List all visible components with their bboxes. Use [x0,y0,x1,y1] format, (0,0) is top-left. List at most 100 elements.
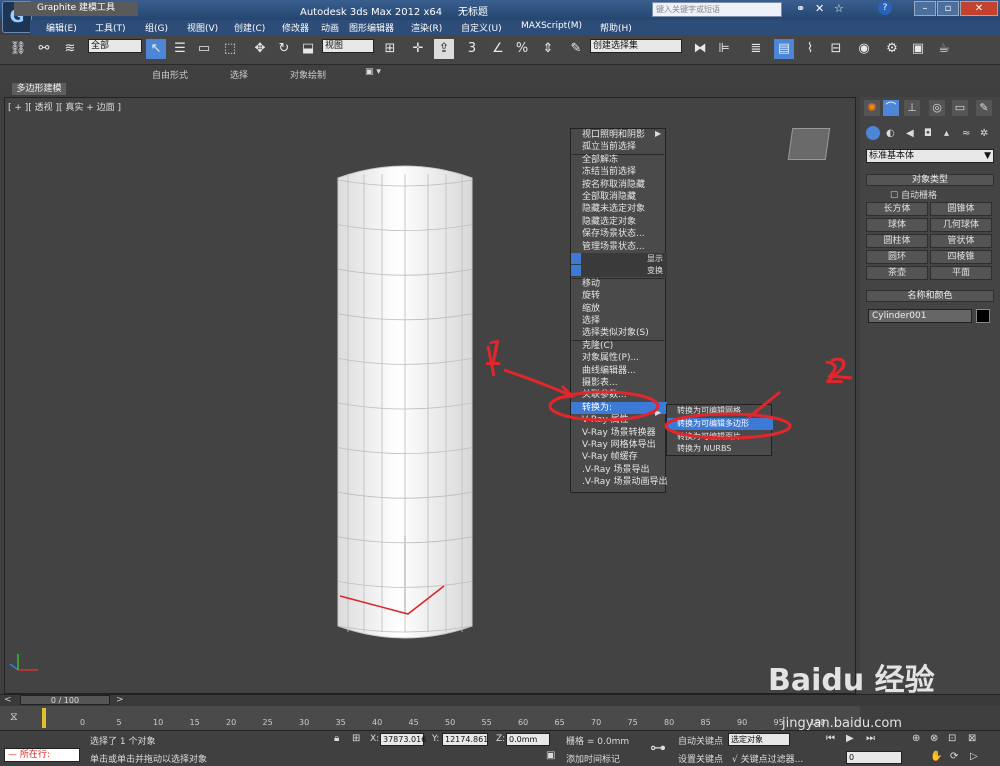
time-slider-thumb[interactable]: 0 / 100 [20,695,110,705]
edit-named-selection-icon[interactable]: ✎ [566,39,586,59]
quad-item-isolate-selection[interactable]: 孤立当前选择 [571,141,667,153]
time-tag-icon[interactable]: ▣ [546,750,555,761]
quad-item-save-scene-state[interactable]: 保存场景状态... [571,228,667,240]
helpers-icon[interactable]: ▴ [944,128,949,139]
quad-item-hide-unselected[interactable]: 隐藏未选定对象 [571,203,667,215]
quad-item-vray-scene-animation-export[interactable]: .V-Ray 场景动画导出 [571,476,668,488]
spinner-snap-icon[interactable]: ⇕ [538,39,558,59]
shapes-icon[interactable]: ◐ [886,128,895,139]
percent-snap-icon[interactable]: % [512,39,532,59]
go-to-start-icon[interactable]: ⏮ [826,733,835,744]
curve-editor-icon[interactable]: ⌇ [800,39,820,59]
quad-item-select-similar[interactable]: 选择类似对象(S) [571,327,667,339]
material-editor-icon[interactable]: ◉ [854,39,874,59]
object-color-swatch[interactable] [976,309,990,323]
category-select[interactable]: 标准基本体 ▼ [866,149,994,163]
autogrid-checkbox[interactable]: ☐ 自动栅格 [890,188,937,201]
unlink-icon[interactable]: ⚯ [34,39,54,59]
create-tab-icon[interactable]: ✺ [864,100,880,116]
motion-tab-icon[interactable]: ◎ [929,100,945,116]
z-coordinate-field[interactable]: 0.0mm [506,733,550,746]
y-coordinate-field[interactable]: 12174.861 [442,733,488,746]
add-time-tag[interactable]: 添加时间标记 [566,752,620,765]
absolute-mode-icon[interactable]: ⊞ [352,733,360,744]
key-filters-button[interactable]: √ 关键点过滤器... [732,752,803,765]
viewport-label[interactable]: [ + ][ 透视 ][ 真实 + 边面 ] [8,100,121,113]
selection-filter-select[interactable]: 全部 [88,39,142,53]
select-object-icon[interactable]: ↖ [146,39,166,59]
maximize-viewport-icon[interactable]: ⊠ [968,733,976,744]
auto-key-button[interactable]: 自动关键点 [678,734,723,747]
quad-item-move[interactable]: 移动 [571,278,667,290]
tools-icon[interactable]: ✕ [815,2,824,15]
rollout-object-type[interactable]: 对象类型 [866,174,994,186]
go-to-end-icon[interactable]: ⏭ [866,733,875,744]
systems-icon[interactable]: ✲ [980,128,988,139]
quad-item-unfreeze-all[interactable]: 全部解冻 [571,154,667,166]
tab-freeform[interactable]: 自由形式 [152,68,188,81]
render-production-icon[interactable]: ☕ [934,39,954,59]
help-icon[interactable]: ? [878,1,892,15]
angle-snap-icon[interactable]: ∠ [488,39,508,59]
menu-graph-editors[interactable]: 图形编辑器 [349,21,394,34]
menu-create[interactable]: 创建(C) [234,21,265,34]
tab-graphite-modeling[interactable]: Graphite 建模工具 [14,2,138,16]
quad-item-scale[interactable]: 缩放 [571,303,667,315]
menu-group[interactable]: 组(G) [145,21,168,34]
tab-selection[interactable]: 选择 [230,68,248,81]
menu-modifiers[interactable]: 修改器 [282,21,309,34]
keyboard-shortcut-icon[interactable]: ⇪ [434,39,454,59]
utilities-tab-icon[interactable]: ✎ [976,100,992,116]
menu-views[interactable]: 视图(V) [187,21,218,34]
quad-item-hide-selection[interactable]: 隐藏选定对象 [571,216,667,228]
binoculars-icon[interactable]: ⚭ [796,2,805,15]
pyramid-button[interactable]: 四棱锥 [930,250,992,264]
lock-selection-icon[interactable]: 🔒︎ [334,733,339,744]
window-crossing-icon[interactable]: ⬚ [220,39,240,59]
sphere-button[interactable]: 球体 [866,218,928,232]
pivot-center-icon[interactable]: ⊞ [380,39,400,59]
menu-tools[interactable]: 工具(T) [95,21,126,34]
select-by-name-icon[interactable]: ☰ [170,39,190,59]
quad-item-manage-scene-states[interactable]: 管理场景状态... [571,241,667,253]
quad-item-viewport-lighting[interactable]: 视口照明和阴影 [571,129,667,141]
menu-animation[interactable]: 动画 [321,21,339,34]
bind-spacewarp-icon[interactable]: ≋ [60,39,80,59]
cameras-icon[interactable]: ◘ [924,128,932,139]
selected-object-select[interactable]: 选定对象 [728,733,790,746]
link-icon[interactable]: ⛓ [8,39,28,59]
orbit-icon[interactable]: ⟳ [950,751,958,762]
maxscript-listener[interactable]: — 所在行: [4,748,80,762]
quad-item-rotate[interactable]: 旋转 [571,290,667,302]
field-of-view-icon[interactable]: ▷ [970,751,978,762]
graphite-toggle-icon[interactable]: ▤ [774,39,794,59]
play-icon[interactable]: ▶ [846,733,854,744]
align-icon[interactable]: ⊫ [714,39,734,59]
quad-item-unhide-all[interactable]: 全部取消隐藏 [571,191,667,203]
set-key-icon[interactable]: ⊶ [650,738,666,757]
spacewarps-icon[interactable]: ≈ [962,128,970,139]
set-key-button[interactable]: 设置关键点 [678,752,723,765]
geosphere-button[interactable]: 几何球体 [930,218,992,232]
quad-item-select[interactable]: 选择 [571,315,667,327]
viewcube[interactable] [787,128,831,160]
hierarchy-tab-icon[interactable]: ⊥ [904,100,920,116]
menu-customize[interactable]: 自定义(U) [461,21,502,34]
quad-item-freeze-selection[interactable]: 冻结当前选择 [571,166,667,178]
geometry-icon[interactable] [866,126,880,140]
x-coordinate-field[interactable]: 37873.016 [380,733,426,746]
torus-button[interactable]: 圆环 [866,250,928,264]
cone-button[interactable]: 圆锥体 [930,202,992,216]
star-icon[interactable]: ☆ [834,2,844,15]
tab-object-paint[interactable]: 对象绘制 [290,68,326,81]
snaps-toggle-icon[interactable]: 3 [462,39,482,59]
object-name-field[interactable]: Cylinder001 [868,309,972,323]
rendered-frame-icon[interactable]: ▣ [908,39,928,59]
tube-button[interactable]: 管状体 [930,234,992,248]
schematic-view-icon[interactable]: ⊟ [826,39,846,59]
zoom-all-icon[interactable]: ⊗ [930,733,938,744]
menu-maxscript[interactable]: MAXScript(M) [521,21,582,31]
select-manipulate-icon[interactable]: ✛ [408,39,428,59]
lights-icon[interactable]: ◀ [906,128,914,139]
rotate-icon[interactable]: ↻ [274,39,294,59]
